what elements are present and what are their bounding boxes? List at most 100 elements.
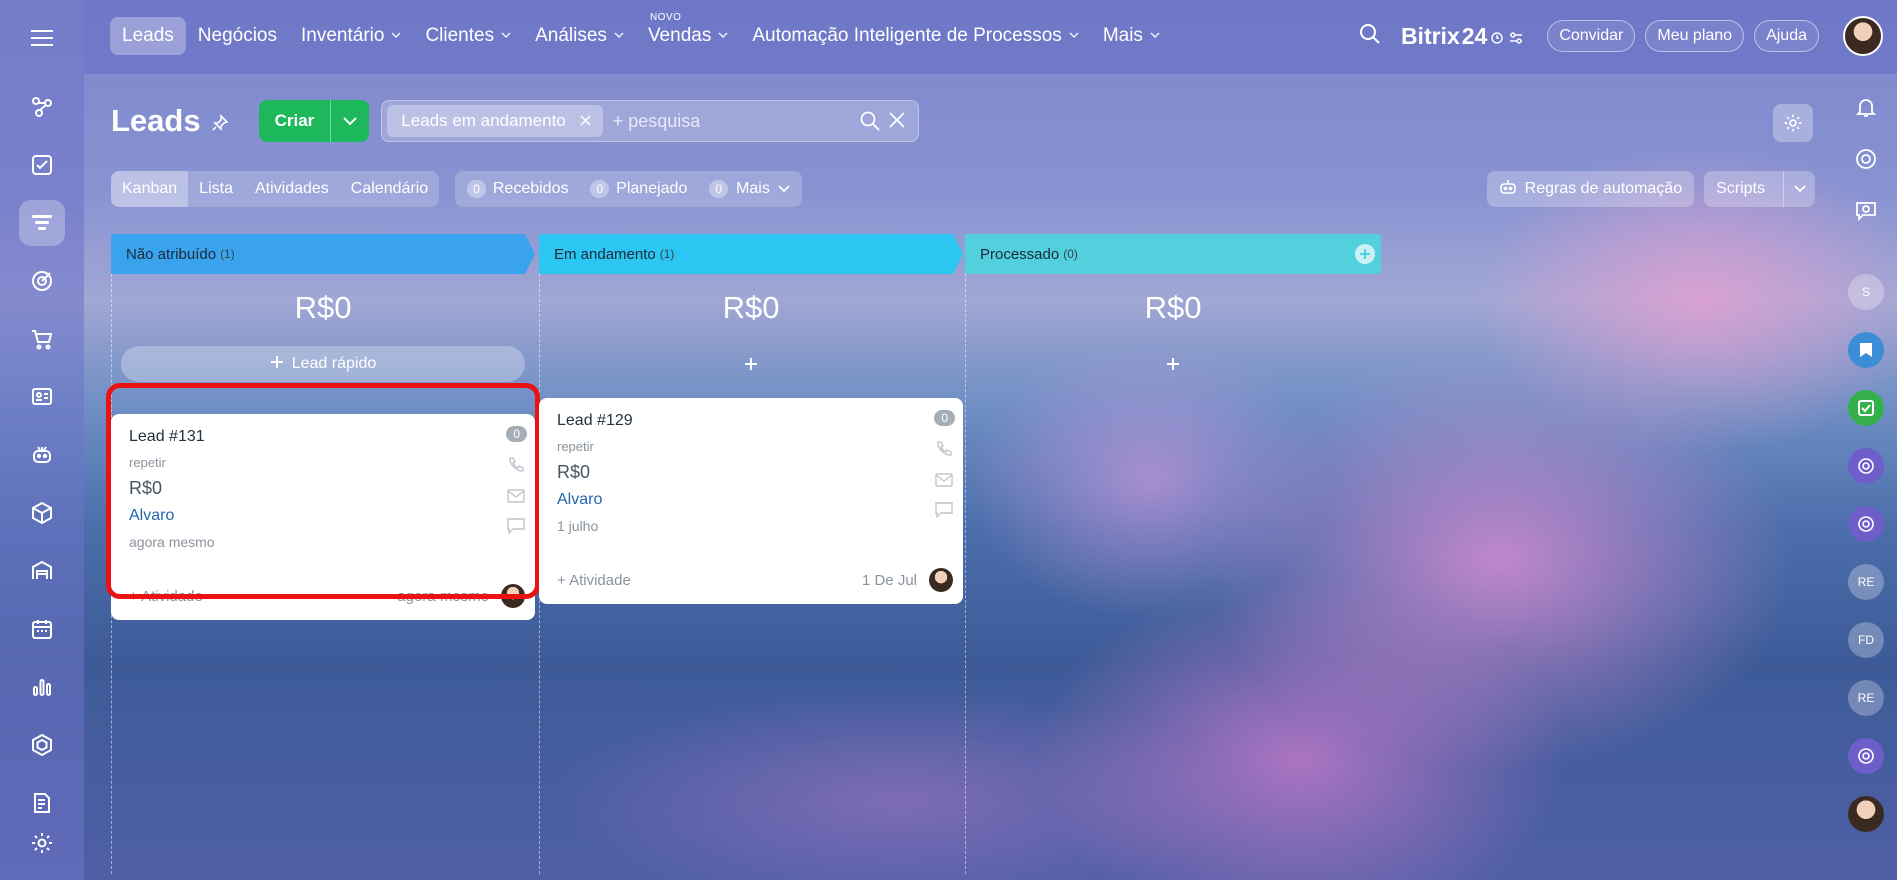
sidebar-target-icon[interactable] — [19, 258, 65, 304]
lead-card-title[interactable]: Lead #129 — [557, 412, 945, 430]
lead-card-badge: 0 — [934, 410, 955, 426]
notifications-bell-icon[interactable] — [1847, 88, 1885, 126]
add-lead-plus-icon[interactable] — [965, 346, 1381, 382]
help-button[interactable]: Ajuda — [1754, 20, 1819, 52]
kanban-column-processed: Processado (0) R$0 — [965, 234, 1381, 382]
chat-icon[interactable] — [935, 502, 953, 523]
add-lead-plus-icon[interactable] — [539, 346, 963, 382]
chevron-down-icon — [391, 30, 401, 42]
chevron-down-icon — [1069, 30, 1079, 42]
kanban-column-in-progress: Em andamento (1) R$0 Lead #129 repetir R… — [539, 234, 963, 604]
page-header: Leads Criar Leads em andamento — [111, 100, 920, 142]
quick-lead-button[interactable]: Lead rápido — [121, 346, 525, 382]
sidebar-feed-icon[interactable] — [19, 84, 65, 130]
tab-activities[interactable]: Atividades — [244, 171, 340, 207]
lead-card-amount: R$0 — [557, 462, 591, 482]
automation-rules-button[interactable]: Regras de automação — [1486, 171, 1695, 207]
pin-icon[interactable] — [211, 113, 229, 137]
tasks-check-icon[interactable] — [1848, 390, 1884, 426]
chat-search-icon[interactable] — [1847, 192, 1885, 230]
chevron-down-icon — [718, 30, 728, 42]
filter-chip[interactable]: Leads em andamento — [387, 105, 603, 137]
brand-number: 24 — [1461, 22, 1488, 49]
sidebar-warehouse-icon[interactable] — [19, 548, 65, 594]
nav-item-4[interactable]: Análises — [523, 17, 636, 55]
copilot-chat-icon[interactable] — [1848, 506, 1884, 542]
filter-chip-close-icon[interactable] — [580, 111, 591, 131]
sidebar-settings-gear-icon[interactable] — [19, 820, 65, 866]
add-column-plus-icon[interactable] — [1355, 244, 1375, 268]
nav-item-6[interactable]: Automação Inteligente de Processos — [740, 17, 1090, 55]
tab-kanban[interactable]: Kanban — [111, 171, 189, 207]
contact-avatar[interactable]: FD — [1848, 622, 1884, 658]
create-dropdown-chevron-icon[interactable] — [331, 116, 369, 126]
sidebar-analytics-icon[interactable] — [19, 664, 65, 710]
contact-avatar-photo[interactable] — [1848, 796, 1884, 832]
search-icon[interactable] — [1359, 23, 1381, 50]
chevron-down-icon — [778, 180, 790, 198]
nav-item-label: Leads — [122, 25, 174, 46]
search-magnifier-icon[interactable] — [860, 111, 880, 136]
sidebar-crm-icon[interactable] — [19, 200, 65, 246]
bitrix-logo: Bitrix 24 — [1401, 23, 1523, 50]
nav-item-3[interactable]: Clientes — [413, 17, 523, 55]
counter-badge: 0 — [590, 180, 610, 198]
sidebar-robot-icon[interactable] — [19, 432, 65, 478]
sliders-icon[interactable] — [1509, 23, 1523, 50]
sidebar-cart-icon[interactable] — [19, 316, 65, 362]
lead-card-subtitle: repetir — [557, 439, 594, 454]
plus-icon — [270, 355, 284, 374]
nav-item-1[interactable]: Negócios — [186, 17, 289, 55]
lead-card-footer: + Atividade 1 De Jul — [557, 568, 953, 592]
counter-received[interactable]: 0 Recebidos — [467, 180, 568, 198]
copilot-icon[interactable] — [1847, 140, 1885, 178]
sidebar-contact-card-icon[interactable] — [19, 374, 65, 420]
right-sidebar: S RE FD RE — [1835, 74, 1897, 880]
bookmark-icon[interactable] — [1848, 332, 1884, 368]
copilot-chat-icon[interactable] — [1848, 738, 1884, 774]
lead-card-person-link[interactable]: Alvaro — [557, 491, 945, 509]
my-plan-button[interactable]: Meu plano — [1645, 20, 1745, 52]
sidebar-tasks-icon[interactable] — [19, 142, 65, 188]
add-activity-link[interactable]: + Atividade — [557, 572, 631, 589]
tab-list[interactable]: Lista — [188, 171, 244, 207]
highlight-box — [106, 383, 540, 599]
kanban-settings-gear-icon[interactable] — [1773, 104, 1813, 142]
tab-calendar[interactable]: Calendário — [340, 171, 439, 207]
invite-button[interactable]: Convidar — [1547, 20, 1636, 52]
column-count: (1) — [220, 247, 235, 261]
nav-item-2[interactable]: Inventário — [289, 17, 413, 55]
nav-item-0[interactable]: Leads — [110, 17, 186, 55]
scripts-button[interactable]: Scripts — [1704, 171, 1815, 207]
page-title: Leads — [111, 103, 201, 138]
search-clear-icon[interactable] — [888, 111, 906, 136]
responsible-avatar[interactable] — [929, 568, 953, 592]
top-nav: Leads Negócios Inventário Clientes Análises N… — [110, 12, 1172, 55]
nav-item-5[interactable]: NOVO Vendas — [636, 12, 740, 55]
hamburger-menu-icon[interactable] — [22, 22, 62, 54]
counter-label: Planejado — [616, 180, 688, 197]
filter-search-box[interactable]: Leads em andamento — [381, 100, 920, 142]
create-button-label[interactable]: Criar — [259, 100, 332, 142]
column-header[interactable]: Processado (0) — [965, 234, 1381, 274]
sidebar-hexagon-icon[interactable] — [19, 722, 65, 768]
email-icon[interactable] — [935, 473, 953, 492]
contact-avatar[interactable]: RE — [1848, 680, 1884, 716]
scripts-chevron-down-icon[interactable] — [1783, 171, 1815, 207]
column-header[interactable]: Em andamento (1) — [539, 234, 963, 274]
scripts-label: Scripts — [1716, 180, 1765, 197]
nav-item-7[interactable]: Mais — [1091, 17, 1172, 55]
contact-avatar[interactable]: RE — [1848, 564, 1884, 600]
create-button[interactable]: Criar — [258, 100, 370, 142]
counter-planned[interactable]: 0 Planejado — [590, 180, 687, 198]
phone-icon[interactable] — [935, 440, 953, 463]
sidebar-calendar-icon[interactable] — [19, 606, 65, 652]
column-header[interactable]: Não atribuído (1) — [111, 234, 535, 274]
counter-more[interactable]: 0 Mais — [709, 180, 790, 198]
sidebar-box-icon[interactable] — [19, 490, 65, 536]
search-input[interactable] — [612, 110, 843, 132]
contact-avatar[interactable]: S — [1848, 274, 1884, 310]
copilot-chat-icon[interactable] — [1848, 448, 1884, 484]
user-avatar[interactable] — [1843, 16, 1883, 56]
lead-card[interactable]: Lead #129 repetir R$0 Alvaro 1 julho 0 +… — [539, 398, 963, 604]
